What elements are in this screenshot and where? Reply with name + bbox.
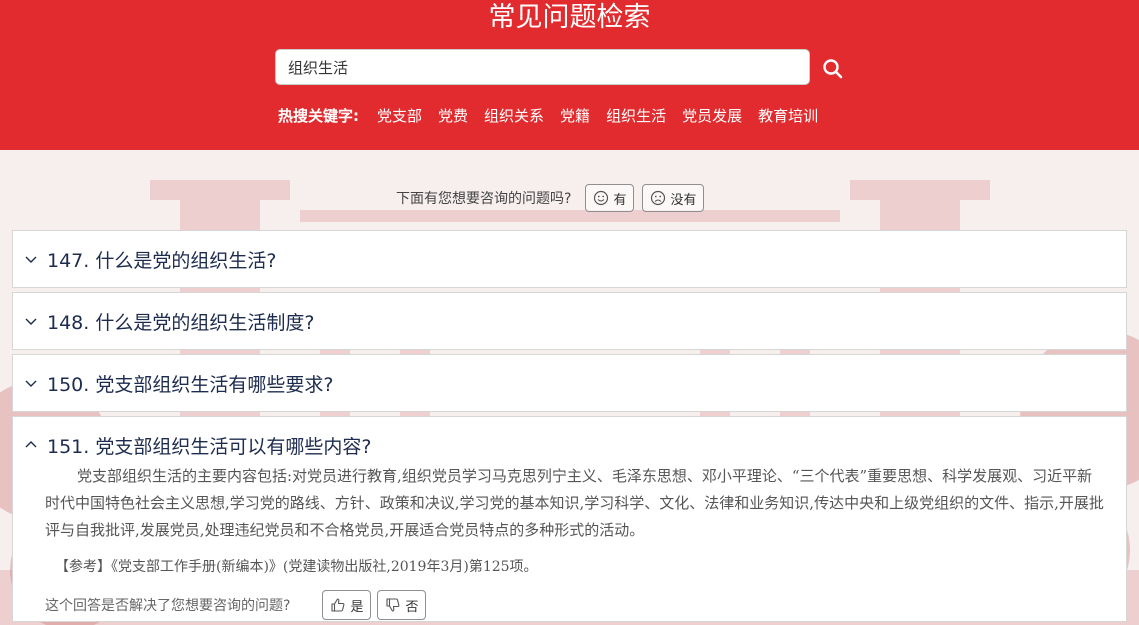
chevron-down-icon: [23, 251, 39, 267]
faq-answer: 党支部组织生活的主要内容包括:对党员进行教育,组织党员学习马克思列宁主义、毛泽东…: [13, 463, 1126, 581]
faq-title: 150. 党支部组织生活有哪些要求?: [47, 373, 334, 396]
hot-keyword[interactable]: 党费: [438, 105, 468, 126]
faq-item: 150. 党支部组织生活有哪些要求?: [12, 354, 1127, 412]
hot-keyword[interactable]: 教育培训: [758, 105, 818, 126]
hot-keyword[interactable]: 党员发展: [682, 105, 742, 126]
feedback-text: 这个回答是否解决了您想要咨询的问题?: [45, 598, 291, 614]
answer-reference: 【参考】《党支部工作手册(新编本)》(党建读物出版社,2019年3月)第125项…: [55, 559, 538, 575]
chevron-up-icon: [23, 437, 39, 453]
faq-title: 147. 什么是党的组织生活?: [47, 249, 277, 272]
faq-item: 147. 什么是党的组织生活?: [12, 230, 1127, 288]
search-icon[interactable]: [821, 57, 845, 81]
faq-item-expanded: 151. 党支部组织生活可以有哪些内容? 党支部组织生活的主要内容包括:对党员进…: [12, 416, 1127, 622]
search-input[interactable]: 组织生活: [275, 49, 810, 85]
hot-keyword[interactable]: 党籍: [560, 105, 590, 126]
chevron-down-icon: [23, 313, 39, 329]
smile-icon: [594, 190, 609, 206]
no-button-label: 没有: [670, 192, 697, 208]
question-prompt: 下面有您想要咨询的问题吗? 有 没有: [396, 183, 705, 213]
answer-feedback: 这个回答是否解决了您想要咨询的问题? 是 否: [13, 587, 1126, 623]
answer-text: 党支部组织生活的主要内容包括:对党员进行教育,组织党员学习马克思列宁主义、毛泽东…: [45, 467, 1104, 539]
faq-question[interactable]: 148. 什么是党的组织生活制度?: [13, 293, 1126, 349]
yes-button[interactable]: 有: [585, 184, 635, 212]
faq-title: 151. 党支部组织生活可以有哪些内容?: [47, 435, 372, 458]
feedback-no-label: 否: [405, 599, 419, 615]
feedback-no-button[interactable]: 否: [377, 590, 427, 620]
header-banner: 常见问题检索 组织生活 热搜关键字: 党支部 党费 组织关系 党籍 组织生活 党…: [0, 0, 1139, 150]
yes-button-label: 有: [613, 192, 627, 208]
hot-keywords: 热搜关键字: 党支部 党费 组织关系 党籍 组织生活 党员发展 教育培训: [278, 103, 834, 127]
feedback-yes-button[interactable]: 是: [322, 590, 372, 620]
thumbs-up-icon: [331, 598, 345, 612]
faq-item: 148. 什么是党的组织生活制度?: [12, 292, 1127, 350]
hot-keyword[interactable]: 组织生活: [606, 105, 666, 126]
search-input-value: 组织生活: [288, 58, 349, 77]
sad-icon: [651, 190, 666, 206]
hot-keyword[interactable]: 组织关系: [484, 105, 544, 126]
faq-question[interactable]: 147. 什么是党的组织生活?: [13, 231, 1126, 287]
no-button[interactable]: 没有: [642, 184, 705, 212]
faq-question[interactable]: 150. 党支部组织生活有哪些要求?: [13, 355, 1126, 411]
page-title: 常见问题检索: [488, 2, 651, 33]
feedback-yes-label: 是: [350, 599, 364, 615]
hot-keywords-label: 热搜关键字:: [278, 106, 359, 125]
chevron-down-icon: [23, 375, 39, 391]
prompt-text: 下面有您想要咨询的问题吗?: [396, 191, 572, 207]
thumbs-down-icon: [386, 598, 400, 612]
hot-keyword[interactable]: 党支部: [377, 105, 422, 126]
faq-title: 148. 什么是党的组织生活制度?: [47, 311, 315, 334]
